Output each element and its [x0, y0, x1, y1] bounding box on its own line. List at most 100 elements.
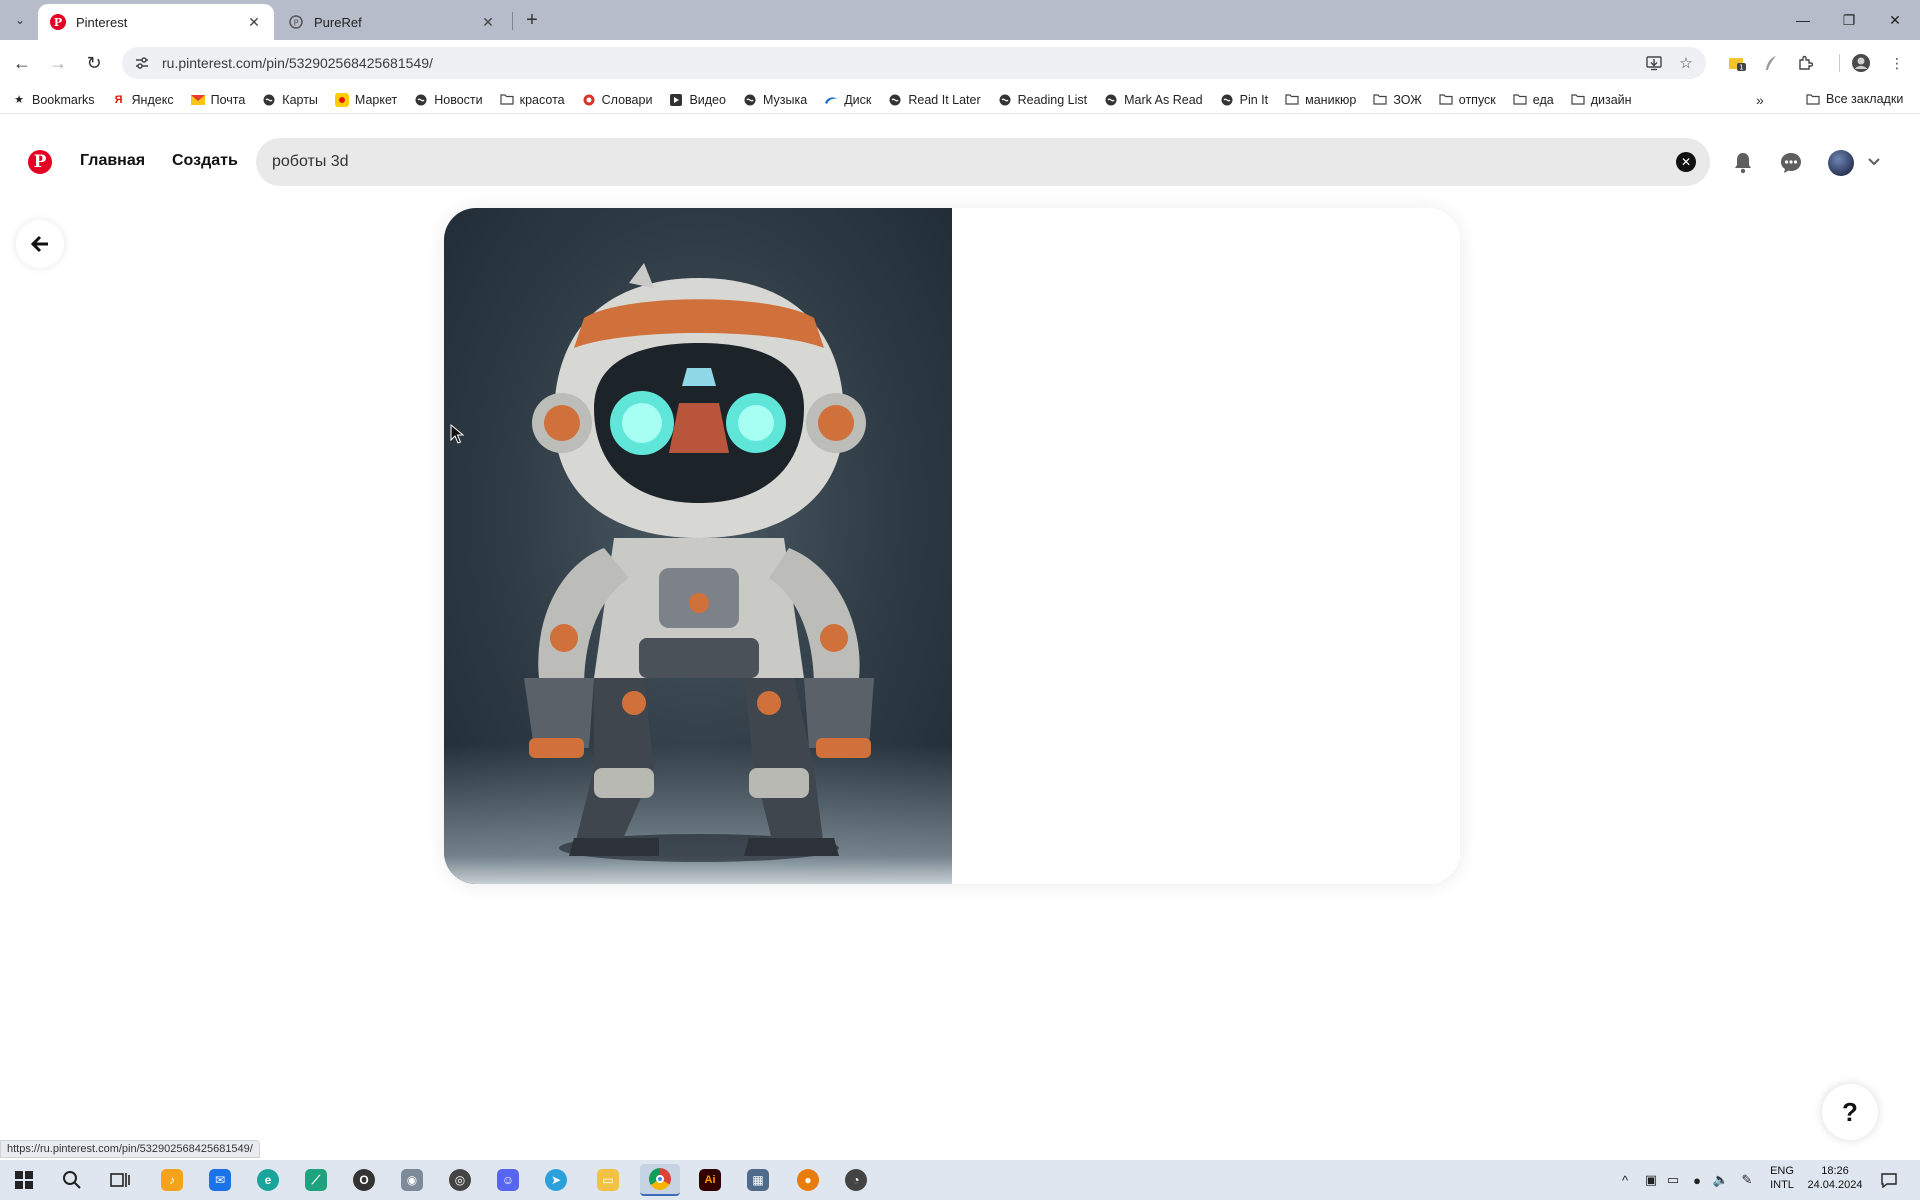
globe-icon	[414, 93, 428, 107]
edge-browser-icon[interactable]: e	[248, 1164, 288, 1196]
browser-menu-icon[interactable]: ⋮	[1884, 50, 1910, 76]
bookmark-item[interactable]: Я Яндекс	[112, 93, 174, 107]
telegram-icon[interactable]: ➤	[536, 1164, 576, 1196]
bookmark-item[interactable]: Маркет	[334, 92, 397, 107]
globe-icon	[262, 93, 276, 107]
bookmark-star-icon[interactable]: ☆	[1674, 47, 1698, 79]
folder-icon	[1285, 93, 1299, 107]
tab-close-icon[interactable]: ✕	[246, 14, 262, 30]
help-button[interactable]: ?	[1822, 1084, 1878, 1140]
site-settings-icon[interactable]	[132, 53, 152, 73]
tab-pureref[interactable]: P PureRef ✕	[276, 4, 508, 40]
account-chevron-down-icon[interactable]	[1864, 152, 1884, 172]
bookmarks-overflow-chevron-icon[interactable]: »	[1756, 92, 1764, 108]
restore-icon[interactable]: ❐	[1826, 0, 1872, 40]
microphone-icon[interactable]: ●	[1686, 1170, 1708, 1190]
tab-pinterest[interactable]: P Pinterest ✕	[38, 4, 274, 40]
back-arrow-icon[interactable]: ←	[8, 49, 36, 77]
pin-image[interactable]	[444, 208, 952, 884]
feather-app-icon[interactable]: ⟋	[296, 1164, 336, 1196]
bookmark-item[interactable]: ★ Bookmarks	[12, 93, 94, 107]
bookmark-item[interactable]: Mark As Read	[1104, 93, 1203, 107]
disk-icon	[824, 93, 838, 107]
search-input[interactable]	[272, 153, 1710, 171]
camera-app-icon[interactable]: ◎	[440, 1164, 480, 1196]
search-icon[interactable]	[52, 1164, 92, 1196]
new-tab-plus-icon[interactable]: +	[520, 8, 544, 32]
bookmark-item[interactable]: Диск	[824, 93, 871, 107]
messages-icon[interactable]	[1778, 150, 1804, 176]
bookmark-item[interactable]: Музыка	[743, 93, 807, 107]
tray-app-icon[interactable]: ▣	[1640, 1170, 1662, 1190]
discord-icon[interactable]: ☺	[488, 1164, 528, 1196]
bookmarks-bar: ★ Bookmarks Я Яндекс Почта Карты Маркет Но…	[0, 86, 1920, 114]
globe-icon	[1104, 93, 1118, 107]
tab-close-icon[interactable]: ✕	[480, 14, 496, 30]
install-app-icon[interactable]	[1642, 47, 1666, 79]
bookmark-item[interactable]: Словари	[582, 93, 652, 107]
minimize-icon[interactable]: —	[1780, 0, 1826, 40]
blender-icon[interactable]: ●	[788, 1164, 828, 1196]
forward-arrow-icon[interactable]: →	[44, 49, 72, 77]
bookmark-folder[interactable]: дизайн	[1571, 93, 1632, 107]
file-explorer-icon[interactable]: ▭	[588, 1164, 628, 1196]
bookmark-item[interactable]: Карты	[262, 93, 318, 107]
clock[interactable]: 18:26 24.04.2024	[1804, 1164, 1866, 1192]
bookmark-folder[interactable]: красота	[500, 93, 565, 107]
windows-start-icon[interactable]	[4, 1164, 44, 1196]
svg-text:P: P	[54, 16, 62, 29]
bookmark-folder[interactable]: ЗОЖ	[1373, 93, 1422, 107]
all-bookmarks-folder[interactable]: Все закладки	[1806, 92, 1903, 106]
pinterest-header: P Главная Создать ✕	[0, 124, 1920, 200]
notifications-bell-icon[interactable]	[1730, 150, 1756, 176]
bookmark-folder[interactable]: маникюр	[1285, 93, 1356, 107]
network-icon[interactable]: ▭	[1662, 1170, 1684, 1190]
chrome-browser-icon[interactable]	[640, 1164, 680, 1196]
app-tb-icon[interactable]: ♪	[152, 1164, 192, 1196]
pinterest-logo-icon[interactable]: P	[28, 150, 52, 174]
window-close-icon[interactable]: ✕	[1872, 0, 1918, 40]
address-url: ru.pinterest.com/pin/532902568425681549/	[162, 55, 433, 71]
pen-icon[interactable]: ✎	[1736, 1170, 1758, 1190]
globe-icon	[888, 93, 902, 107]
bookmark-item[interactable]: Reading List	[998, 93, 1087, 107]
svg-text:1: 1	[1739, 64, 1743, 72]
recording-app-icon[interactable]: ◔	[836, 1164, 876, 1196]
bookmark-item[interactable]: Новости	[414, 93, 483, 107]
reload-icon[interactable]: ↻	[80, 49, 108, 77]
bookmark-item[interactable]: Почта	[190, 93, 245, 107]
nav-create[interactable]: Создать	[172, 152, 238, 170]
game-app-icon[interactable]: ◉	[392, 1164, 432, 1196]
mail-app-icon[interactable]: ✉	[200, 1164, 240, 1196]
calculator-icon[interactable]: ▦	[738, 1164, 778, 1196]
bookmark-folder[interactable]: еда	[1513, 93, 1554, 107]
user-avatar[interactable]	[1828, 150, 1854, 176]
bookmark-item[interactable]: Pin It	[1220, 93, 1268, 107]
svg-text:P: P	[294, 19, 299, 28]
notification-center-icon[interactable]	[1878, 1170, 1900, 1190]
extension-feather-icon[interactable]	[1758, 50, 1784, 76]
nav-home[interactable]: Главная	[80, 152, 145, 170]
tab-search-chevron-icon[interactable]: ⌄	[8, 8, 32, 32]
tray-overflow-chevron-icon[interactable]: ^	[1614, 1170, 1636, 1190]
extension-folder-icon[interactable]: 1	[1724, 50, 1750, 76]
bookmark-item[interactable]: Read It Later	[888, 93, 981, 107]
address-bar[interactable]: ru.pinterest.com/pin/532902568425681549/…	[122, 47, 1706, 79]
clear-search-icon[interactable]: ✕	[1676, 152, 1696, 172]
volume-icon[interactable]: 🔈	[1710, 1170, 1732, 1190]
folder-icon	[1373, 93, 1387, 107]
opera-like-icon[interactable]: O	[344, 1164, 384, 1196]
video-icon	[669, 93, 683, 107]
profile-avatar-icon[interactable]	[1848, 50, 1874, 76]
input-language[interactable]: ENG INTL	[1766, 1164, 1798, 1192]
pin-card	[444, 208, 1460, 884]
bookmark-item[interactable]: Видео	[669, 93, 726, 107]
task-view-icon[interactable]	[100, 1164, 140, 1196]
illustrator-icon[interactable]: Ai	[690, 1164, 730, 1196]
folder-icon	[1439, 93, 1453, 107]
bookmark-folder[interactable]: отпуск	[1439, 93, 1496, 107]
extensions-puzzle-icon[interactable]	[1792, 50, 1818, 76]
pin-details-panel	[952, 208, 1460, 884]
back-arrow-icon[interactable]	[16, 220, 64, 268]
robot-illustration	[524, 263, 874, 862]
